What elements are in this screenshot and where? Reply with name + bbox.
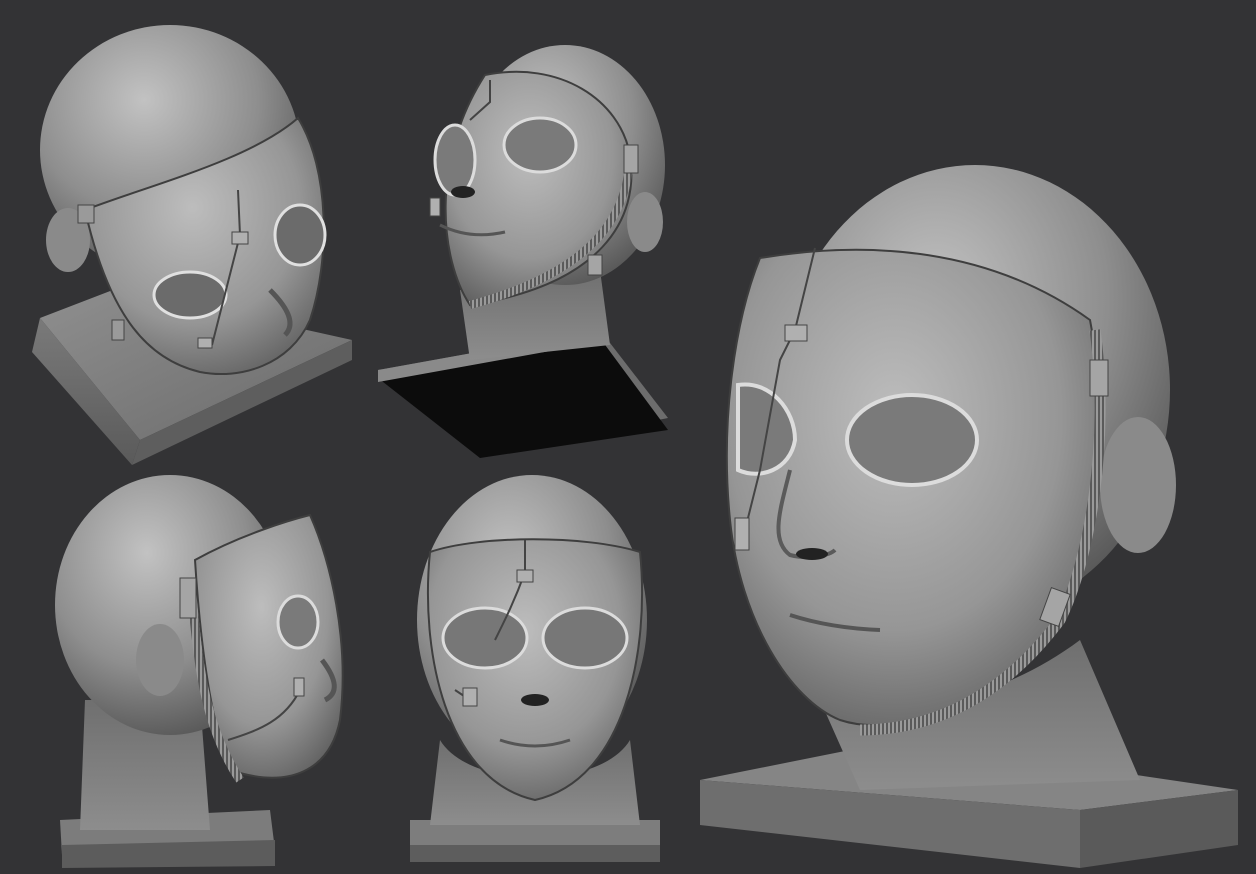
mask-clip	[429, 197, 441, 217]
head-view-back-three-quarter	[55, 475, 344, 868]
mask-clip	[293, 677, 305, 697]
eye-hole-left	[441, 606, 529, 670]
face-mask	[725, 248, 1100, 727]
eye-hole-left	[502, 116, 578, 174]
strap-bracket	[623, 144, 639, 174]
strap-bracket	[111, 319, 125, 341]
pedestal-front	[410, 845, 660, 862]
nostrils	[796, 548, 828, 560]
ear	[136, 624, 184, 696]
eye-hole-left	[152, 270, 228, 320]
eye-hole-right	[433, 123, 477, 197]
strap-bracket	[77, 204, 95, 224]
nostrils	[451, 186, 475, 198]
mask-clip-top	[784, 324, 808, 342]
head-view-top-three-quarter	[32, 25, 352, 465]
strap-bracket	[587, 254, 603, 276]
mask-clip-bottom	[197, 337, 213, 349]
ear	[1100, 417, 1176, 553]
head-view-three-quarter-closeup	[700, 165, 1238, 868]
head-view-front	[410, 475, 660, 862]
render-scene	[32, 25, 1238, 868]
strap-bracket	[1089, 359, 1109, 397]
eye-hole-right	[845, 393, 979, 487]
mask-clip-bottom	[462, 687, 478, 707]
sculpt-render-canvas	[0, 0, 1256, 874]
mask-clip-top	[516, 569, 534, 583]
nostrils	[521, 694, 549, 706]
strap-bracket	[179, 577, 197, 619]
ear	[627, 192, 663, 252]
eye-hole-right	[541, 606, 629, 670]
mask-clip-bottom	[734, 517, 750, 551]
mask-clip-top	[231, 231, 249, 245]
pedestal-bottom	[378, 338, 668, 458]
eye-hole	[276, 594, 320, 650]
head-view-low-angle	[378, 45, 668, 458]
eye-hole-right	[273, 203, 327, 267]
